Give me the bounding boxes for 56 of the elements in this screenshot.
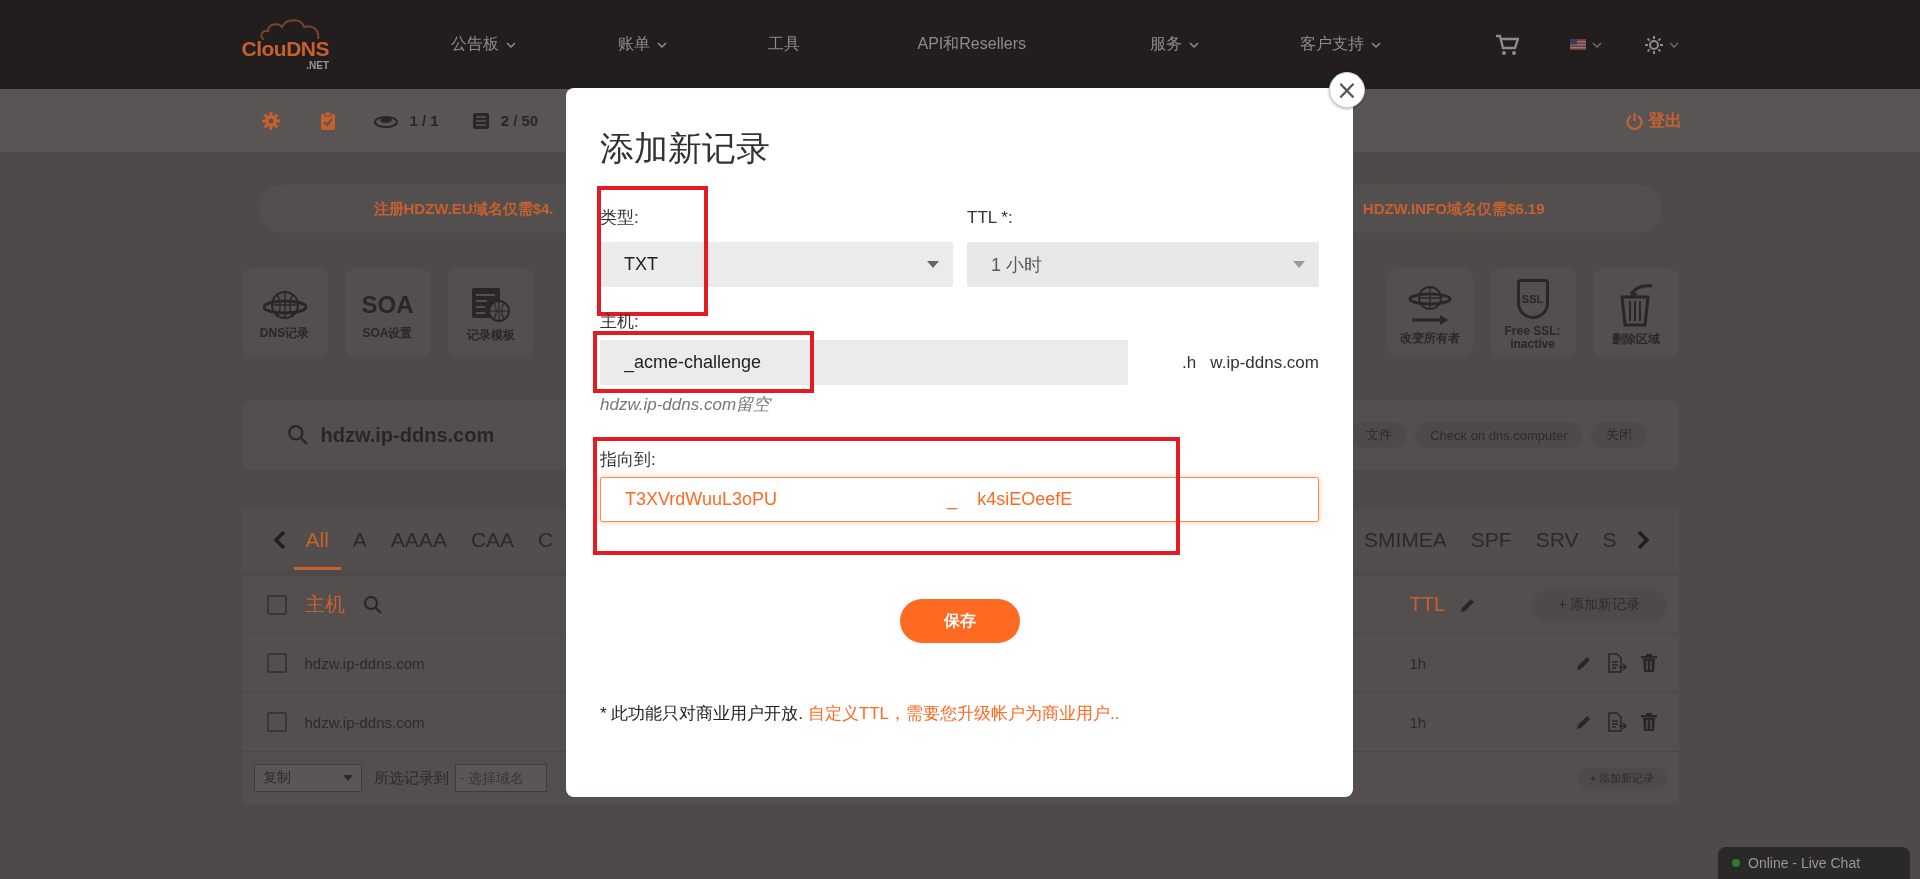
caret-icon (1591, 41, 1602, 48)
save-button[interactable]: 保存 (899, 599, 1020, 643)
caret-icon (342, 775, 353, 781)
power-icon (1625, 111, 1643, 130)
trash-icon[interactable] (1640, 713, 1657, 731)
promo-text: HDZW.INFO域名仅需$6.19 (1362, 199, 1545, 219)
template-icon (470, 287, 511, 323)
upgrade-link[interactable]: 自定义TTL，需要您升级帐户为商业用户.. (807, 704, 1120, 723)
menu-item[interactable]: 服务 (1149, 34, 1300, 55)
caret-icon (1293, 261, 1305, 268)
domain-suffix: .h w.ip-ddns.com (1182, 352, 1319, 373)
dialog-title: 添加新记录 (600, 128, 771, 169)
checkbox[interactable] (266, 712, 287, 732)
chevron-left-icon[interactable] (273, 530, 286, 550)
cart-icon[interactable] (1494, 33, 1519, 56)
globe-icon (262, 289, 307, 321)
chevron-right-icon[interactable] (1636, 530, 1649, 550)
list-icon (472, 112, 489, 129)
field-hint: hdzw.ip-ddns.com留空 (600, 394, 771, 416)
pencil-icon[interactable] (1574, 654, 1593, 672)
field-label: TTL *: (967, 207, 1013, 229)
clipboard-icon[interactable] (319, 110, 336, 131)
trash-restore-icon (1617, 283, 1654, 327)
trash-icon[interactable] (1640, 654, 1657, 672)
menu-item[interactable]: 公告板 (450, 34, 618, 55)
gear-icon[interactable] (261, 111, 280, 130)
field-label: 类型: (600, 207, 639, 229)
menu-item[interactable]: 工具 (767, 34, 918, 55)
pencil-icon[interactable] (1574, 713, 1593, 731)
caret-icon (927, 261, 939, 268)
checkbox[interactable] (266, 653, 287, 673)
field-label: 指向到: (600, 449, 656, 471)
note-text: * 此功能只对商业用户开放. (600, 704, 805, 723)
menu-item[interactable]: API和Resellers (917, 34, 1150, 55)
document-export-icon[interactable] (1606, 653, 1627, 673)
menu-item[interactable]: 客户支持 (1299, 34, 1495, 55)
promo-text: 注册HDZW.EU域名仅需$4. (373, 199, 554, 219)
search-icon (286, 424, 309, 446)
dropdown-field[interactable]: TXT (600, 242, 953, 287)
menu-item[interactable]: 账单 (617, 34, 768, 55)
target-field[interactable]: T3XVrdWuuL3oPU _ k4siEOeefE (600, 477, 1319, 522)
document-export-icon[interactable] (1606, 712, 1627, 732)
flag-icon[interactable] (1569, 39, 1586, 50)
logout-link[interactable]: 登出 (1625, 109, 1682, 132)
caret-icon (1668, 41, 1679, 48)
column-header[interactable]: 主机 (304, 591, 345, 618)
sun-icon[interactable] (1644, 35, 1663, 54)
field-label: 主机: (600, 311, 639, 333)
globe-arrow-icon (1407, 284, 1452, 326)
host-field[interactable]: _acme-challenge (600, 340, 1128, 385)
record-type-tab[interactable]: All (293, 510, 341, 570)
logo[interactable]: ClouDNS .NET (241, 18, 329, 71)
column-header[interactable]: TTL (1409, 593, 1446, 616)
disk-icon (373, 113, 398, 128)
checkbox[interactable] (266, 594, 287, 615)
search-icon (362, 594, 383, 615)
